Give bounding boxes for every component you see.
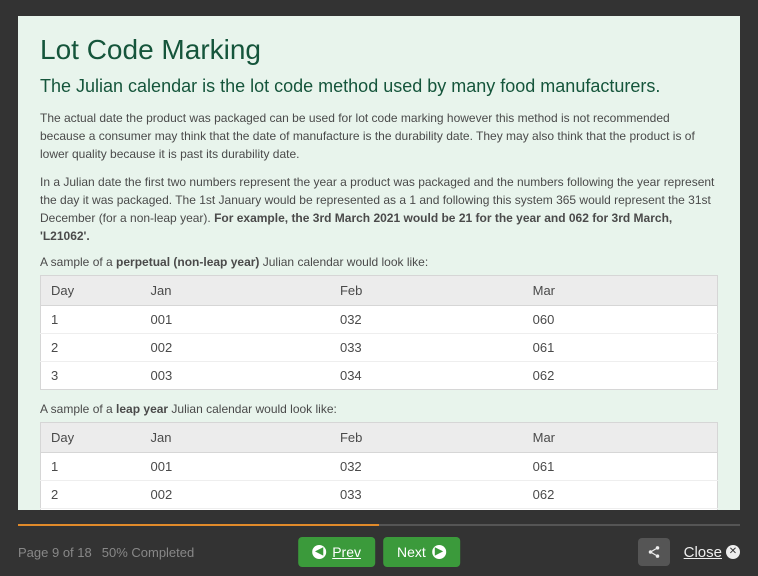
- table-cell: 1: [41, 306, 141, 334]
- table-cell: 060: [523, 306, 718, 334]
- table-cell: 001: [141, 306, 330, 334]
- arrow-right-icon: ▶: [432, 545, 446, 559]
- close-button[interactable]: Close ✕: [684, 544, 740, 561]
- table-perpetual: DayJanFebMar 100103206020020330613003034…: [40, 275, 718, 390]
- table-cell: 3: [41, 509, 141, 511]
- next-button[interactable]: Next ▶: [383, 537, 460, 567]
- page-title: Lot Code Marking: [40, 34, 718, 66]
- progress-fill: [18, 524, 379, 526]
- table-header: Feb: [330, 276, 523, 306]
- table-cell: 001: [141, 453, 330, 481]
- table-cell: 002: [141, 481, 330, 509]
- progress-text: 50% Completed: [102, 545, 195, 560]
- table-cell: 2: [41, 334, 141, 362]
- share-button[interactable]: [638, 538, 670, 566]
- table-cell: 003: [141, 509, 330, 511]
- status-text: Page 9 of 18 50% Completed: [18, 545, 194, 560]
- table-cell: 002: [141, 334, 330, 362]
- table-header: Day: [41, 276, 141, 306]
- page-subtitle: The Julian calendar is the lot code meth…: [40, 76, 718, 97]
- table-row: 3003034063: [41, 509, 718, 511]
- table-cell: 003: [141, 362, 330, 390]
- share-icon: [647, 545, 661, 559]
- table-cell: 034: [330, 509, 523, 511]
- table-cell: 2: [41, 481, 141, 509]
- table-cell: 062: [523, 481, 718, 509]
- table-row: 2002033062: [41, 481, 718, 509]
- table-header: Feb: [330, 423, 523, 453]
- table-cell: 034: [330, 362, 523, 390]
- table-cell: 063: [523, 509, 718, 511]
- table2-caption: A sample of a leap year Julian calendar …: [40, 402, 718, 416]
- arrow-left-icon: ◀: [312, 545, 326, 559]
- table-cell: 062: [523, 362, 718, 390]
- table-cell: 032: [330, 306, 523, 334]
- table-cell: 033: [330, 481, 523, 509]
- next-label: Next: [397, 544, 426, 560]
- table-row: 3003034062: [41, 362, 718, 390]
- paragraph-1: The actual date the product was packaged…: [40, 109, 718, 163]
- close-label: Close: [684, 544, 722, 561]
- table-row: 1001032061: [41, 453, 718, 481]
- paragraph-2: In a Julian date the first two numbers r…: [40, 173, 718, 245]
- table-row: 2002033061: [41, 334, 718, 362]
- table-cell: 061: [523, 453, 718, 481]
- table-row: 1001032060: [41, 306, 718, 334]
- table-cell: 3: [41, 362, 141, 390]
- table-cell: 033: [330, 334, 523, 362]
- table-cell: 032: [330, 453, 523, 481]
- table-header: Day: [41, 423, 141, 453]
- table-header: Mar: [523, 423, 718, 453]
- progress-bar: [18, 524, 740, 526]
- table-leap: DayJanFebMar 100103206120020330623003034…: [40, 422, 718, 510]
- nav-buttons: ◀ Prev Next ▶: [298, 537, 460, 567]
- table-cell: 061: [523, 334, 718, 362]
- table-header: Jan: [141, 423, 330, 453]
- prev-button[interactable]: ◀ Prev: [298, 537, 375, 567]
- close-icon: ✕: [726, 545, 740, 559]
- table1-caption: A sample of a perpetual (non-leap year) …: [40, 255, 718, 269]
- table-cell: 1: [41, 453, 141, 481]
- table-header: Jan: [141, 276, 330, 306]
- prev-label: Prev: [332, 544, 361, 560]
- table-header: Mar: [523, 276, 718, 306]
- page-indicator: Page 9 of 18: [18, 545, 92, 560]
- footer-bar: Page 9 of 18 50% Completed ◀ Prev Next ▶…: [0, 528, 758, 576]
- content-panel: Lot Code Marking The Julian calendar is …: [18, 16, 740, 510]
